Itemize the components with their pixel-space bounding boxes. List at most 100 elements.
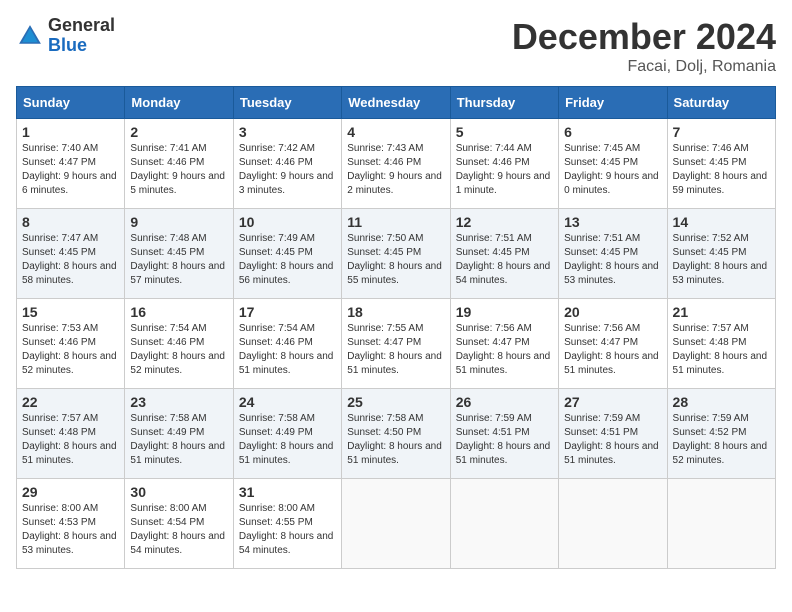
day-info: Sunrise: 7:49 AM Sunset: 4:45 PM Dayligh… xyxy=(239,232,336,288)
day-number: 9 xyxy=(130,214,227,230)
table-row: 31 Sunrise: 8:00 AM Sunset: 4:55 PM Dayl… xyxy=(233,479,341,569)
day-number: 12 xyxy=(456,214,553,230)
table-row: 27 Sunrise: 7:59 AM Sunset: 4:51 PM Dayl… xyxy=(559,389,667,479)
table-row: 7 Sunrise: 7:46 AM Sunset: 4:45 PM Dayli… xyxy=(667,119,775,209)
day-number: 11 xyxy=(347,214,444,230)
day-number: 13 xyxy=(564,214,661,230)
table-row: 22 Sunrise: 7:57 AM Sunset: 4:48 PM Dayl… xyxy=(17,389,125,479)
day-number: 8 xyxy=(22,214,119,230)
day-info: Sunrise: 7:52 AM Sunset: 4:45 PM Dayligh… xyxy=(673,232,770,288)
day-number: 7 xyxy=(673,124,770,140)
col-tuesday: Tuesday xyxy=(233,87,341,119)
day-info: Sunrise: 7:58 AM Sunset: 4:49 PM Dayligh… xyxy=(239,412,336,468)
day-info: Sunrise: 7:53 AM Sunset: 4:46 PM Dayligh… xyxy=(22,322,119,378)
calendar-row: 15 Sunrise: 7:53 AM Sunset: 4:46 PM Dayl… xyxy=(17,299,776,389)
calendar-row: 29 Sunrise: 8:00 AM Sunset: 4:53 PM Dayl… xyxy=(17,479,776,569)
col-sunday: Sunday xyxy=(17,87,125,119)
table-row: 19 Sunrise: 7:56 AM Sunset: 4:47 PM Dayl… xyxy=(450,299,558,389)
day-info: Sunrise: 7:46 AM Sunset: 4:45 PM Dayligh… xyxy=(673,142,770,198)
day-info: Sunrise: 7:43 AM Sunset: 4:46 PM Dayligh… xyxy=(347,142,444,198)
day-info: Sunrise: 7:54 AM Sunset: 4:46 PM Dayligh… xyxy=(239,322,336,378)
day-number: 16 xyxy=(130,304,227,320)
calendar-row: 1 Sunrise: 7:40 AM Sunset: 4:47 PM Dayli… xyxy=(17,119,776,209)
day-number: 2 xyxy=(130,124,227,140)
day-info: Sunrise: 7:51 AM Sunset: 4:45 PM Dayligh… xyxy=(456,232,553,288)
day-number: 26 xyxy=(456,394,553,410)
day-number: 19 xyxy=(456,304,553,320)
day-number: 27 xyxy=(564,394,661,410)
table-row: 6 Sunrise: 7:45 AM Sunset: 4:45 PM Dayli… xyxy=(559,119,667,209)
day-info: Sunrise: 7:57 AM Sunset: 4:48 PM Dayligh… xyxy=(22,412,119,468)
table-row: 29 Sunrise: 8:00 AM Sunset: 4:53 PM Dayl… xyxy=(17,479,125,569)
day-info: Sunrise: 8:00 AM Sunset: 4:55 PM Dayligh… xyxy=(239,502,336,558)
day-number: 15 xyxy=(22,304,119,320)
day-info: Sunrise: 7:41 AM Sunset: 4:46 PM Dayligh… xyxy=(130,142,227,198)
table-row xyxy=(342,479,450,569)
table-row: 21 Sunrise: 7:57 AM Sunset: 4:48 PM Dayl… xyxy=(667,299,775,389)
day-number: 10 xyxy=(239,214,336,230)
day-info: Sunrise: 7:42 AM Sunset: 4:46 PM Dayligh… xyxy=(239,142,336,198)
day-number: 14 xyxy=(673,214,770,230)
col-saturday: Saturday xyxy=(667,87,775,119)
day-info: Sunrise: 7:59 AM Sunset: 4:51 PM Dayligh… xyxy=(456,412,553,468)
day-info: Sunrise: 7:51 AM Sunset: 4:45 PM Dayligh… xyxy=(564,232,661,288)
day-number: 4 xyxy=(347,124,444,140)
table-row: 20 Sunrise: 7:56 AM Sunset: 4:47 PM Dayl… xyxy=(559,299,667,389)
day-number: 24 xyxy=(239,394,336,410)
day-info: Sunrise: 7:57 AM Sunset: 4:48 PM Dayligh… xyxy=(673,322,770,378)
table-row: 11 Sunrise: 7:50 AM Sunset: 4:45 PM Dayl… xyxy=(342,209,450,299)
header-row: Sunday Monday Tuesday Wednesday Thursday… xyxy=(17,87,776,119)
day-info: Sunrise: 7:50 AM Sunset: 4:45 PM Dayligh… xyxy=(347,232,444,288)
table-row: 28 Sunrise: 7:59 AM Sunset: 4:52 PM Dayl… xyxy=(667,389,775,479)
day-info: Sunrise: 7:58 AM Sunset: 4:49 PM Dayligh… xyxy=(130,412,227,468)
calendar-row: 8 Sunrise: 7:47 AM Sunset: 4:45 PM Dayli… xyxy=(17,209,776,299)
logo-general: General xyxy=(48,16,115,36)
day-info: Sunrise: 7:48 AM Sunset: 4:45 PM Dayligh… xyxy=(130,232,227,288)
table-row: 14 Sunrise: 7:52 AM Sunset: 4:45 PM Dayl… xyxy=(667,209,775,299)
logo-text: General Blue xyxy=(48,16,115,56)
location-title: Facai, Dolj, Romania xyxy=(512,58,776,76)
table-row: 18 Sunrise: 7:55 AM Sunset: 4:47 PM Dayl… xyxy=(342,299,450,389)
table-row: 13 Sunrise: 7:51 AM Sunset: 4:45 PM Dayl… xyxy=(559,209,667,299)
day-info: Sunrise: 7:47 AM Sunset: 4:45 PM Dayligh… xyxy=(22,232,119,288)
table-row: 12 Sunrise: 7:51 AM Sunset: 4:45 PM Dayl… xyxy=(450,209,558,299)
table-row: 1 Sunrise: 7:40 AM Sunset: 4:47 PM Dayli… xyxy=(17,119,125,209)
table-row: 30 Sunrise: 8:00 AM Sunset: 4:54 PM Dayl… xyxy=(125,479,233,569)
table-row: 8 Sunrise: 7:47 AM Sunset: 4:45 PM Dayli… xyxy=(17,209,125,299)
month-title: December 2024 xyxy=(512,16,776,58)
day-number: 1 xyxy=(22,124,119,140)
table-row: 25 Sunrise: 7:58 AM Sunset: 4:50 PM Dayl… xyxy=(342,389,450,479)
table-row xyxy=(450,479,558,569)
day-number: 25 xyxy=(347,394,444,410)
header: General Blue December 2024 Facai, Dolj, … xyxy=(16,16,776,76)
day-info: Sunrise: 7:58 AM Sunset: 4:50 PM Dayligh… xyxy=(347,412,444,468)
table-row: 16 Sunrise: 7:54 AM Sunset: 4:46 PM Dayl… xyxy=(125,299,233,389)
logo-blue: Blue xyxy=(48,36,115,56)
table-row: 10 Sunrise: 7:49 AM Sunset: 4:45 PM Dayl… xyxy=(233,209,341,299)
logo: General Blue xyxy=(16,16,115,56)
day-info: Sunrise: 7:59 AM Sunset: 4:52 PM Dayligh… xyxy=(673,412,770,468)
day-number: 23 xyxy=(130,394,227,410)
table-row: 15 Sunrise: 7:53 AM Sunset: 4:46 PM Dayl… xyxy=(17,299,125,389)
day-number: 29 xyxy=(22,484,119,500)
day-info: Sunrise: 8:00 AM Sunset: 4:54 PM Dayligh… xyxy=(130,502,227,558)
day-number: 22 xyxy=(22,394,119,410)
day-number: 28 xyxy=(673,394,770,410)
table-row: 9 Sunrise: 7:48 AM Sunset: 4:45 PM Dayli… xyxy=(125,209,233,299)
table-row: 3 Sunrise: 7:42 AM Sunset: 4:46 PM Dayli… xyxy=(233,119,341,209)
table-row xyxy=(559,479,667,569)
col-thursday: Thursday xyxy=(450,87,558,119)
day-info: Sunrise: 7:40 AM Sunset: 4:47 PM Dayligh… xyxy=(22,142,119,198)
col-friday: Friday xyxy=(559,87,667,119)
day-info: Sunrise: 7:56 AM Sunset: 4:47 PM Dayligh… xyxy=(564,322,661,378)
calendar-table: Sunday Monday Tuesday Wednesday Thursday… xyxy=(16,86,776,569)
day-number: 6 xyxy=(564,124,661,140)
day-number: 20 xyxy=(564,304,661,320)
logo-icon xyxy=(16,22,44,50)
day-number: 3 xyxy=(239,124,336,140)
day-info: Sunrise: 7:56 AM Sunset: 4:47 PM Dayligh… xyxy=(456,322,553,378)
day-info: Sunrise: 7:45 AM Sunset: 4:45 PM Dayligh… xyxy=(564,142,661,198)
day-info: Sunrise: 8:00 AM Sunset: 4:53 PM Dayligh… xyxy=(22,502,119,558)
table-row: 4 Sunrise: 7:43 AM Sunset: 4:46 PM Dayli… xyxy=(342,119,450,209)
day-number: 5 xyxy=(456,124,553,140)
